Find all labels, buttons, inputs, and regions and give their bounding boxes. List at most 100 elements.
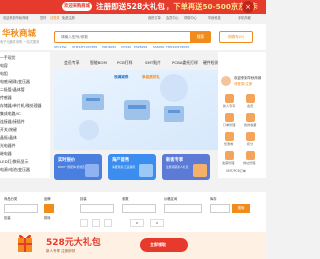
tab-bom[interactable]: 智能BOM — [90, 61, 107, 65]
avatar[interactable] — [221, 76, 231, 86]
sidebar-item[interactable]: 二极管/晶体管 — [0, 88, 25, 92]
sidebar-item[interactable]: 集成电路/IC — [0, 112, 21, 116]
tile-subtitle: 注册领取新人礼包 — [166, 165, 189, 169]
filter-search-button[interactable]: 搜索 — [232, 204, 250, 213]
tile-newbie[interactable]: 新客专享 注册领取新人礼包 — [162, 154, 210, 180]
filter-label: 库存 — [210, 197, 217, 201]
coupon-icon[interactable] — [225, 132, 234, 141]
search-button[interactable]: 搜索 — [190, 31, 211, 43]
tab-smt[interactable]: SMT贴片 — [145, 61, 161, 65]
sidebar-item[interactable]: 存储器/单片机/微处理器 — [0, 104, 42, 108]
filter-label: 价格区间 — [164, 197, 178, 201]
sidebar-item[interactable]: 继电器 — [0, 152, 12, 156]
sidebar-item[interactable]: 传感器 — [0, 96, 12, 100]
quick-link-label[interactable]: SMT/PCB订单 — [226, 169, 246, 173]
hot-keyword[interactable]: MPU6050 — [102, 46, 116, 49]
sidebar-item[interactable]: 连接器/接插件 — [0, 120, 25, 124]
quick-link-label[interactable]: 订单管理 — [223, 123, 235, 127]
tab-pcba[interactable]: PCBA委托打样 — [172, 61, 198, 65]
filter-label: 包装 — [4, 216, 11, 220]
checkbox[interactable] — [104, 219, 112, 227]
my-orders-link[interactable]: 我的订单 — [148, 16, 161, 20]
sidebar-item[interactable]: 晶振/晶体 — [0, 136, 17, 140]
quick-link-label[interactable]: 积分 — [247, 142, 253, 146]
favorite-icon[interactable] — [246, 113, 255, 122]
tab-hardware[interactable]: 硬件检测 — [203, 61, 219, 65]
tab-pcb[interactable]: PCB打样 — [117, 61, 133, 65]
gift-icon — [193, 164, 207, 177]
hot-keyword[interactable]: STC15W — [54, 46, 66, 49]
search-input[interactable] — [57, 32, 169, 42]
sidebar-item[interactable]: 光电器件 — [0, 144, 16, 148]
banner-text-a: 领满减券 — [114, 75, 129, 79]
param-input[interactable] — [122, 204, 156, 213]
tile-title: 新客专享 — [166, 158, 184, 163]
quick-link-label[interactable]: 优惠券 — [224, 142, 233, 146]
bottom-ad-sub: 新人专享 注册即领 — [46, 249, 76, 253]
mobile-mall-link[interactable]: 手机商城 — [238, 16, 251, 20]
login-register-link[interactable]: 请登录/注册 — [234, 82, 252, 86]
quick-link-label[interactable]: 发票管理 — [222, 161, 234, 165]
banner-illustration — [54, 70, 218, 150]
order-icon[interactable] — [225, 113, 234, 122]
invoice-icon[interactable] — [225, 151, 234, 160]
hot-keyword[interactable]: SS8050 — [153, 46, 164, 49]
logo[interactable]: 华秋商城 — [2, 30, 36, 39]
quick-link-label[interactable]: 我的收藏 — [244, 123, 256, 127]
hot-keyword[interactable]: TMS320F28035 — [166, 46, 189, 49]
login-link[interactable]: 请登录 — [50, 16, 60, 20]
member-center-link[interactable]: 会员中心 — [166, 16, 179, 20]
tile-title: 实时报价 — [58, 158, 76, 163]
sidebar-item[interactable]: 电源/电池/变压器 — [0, 168, 30, 172]
sidebar-item[interactable]: 一手现货 — [0, 56, 16, 60]
quick-link-label[interactable]: 地址管理 — [243, 161, 255, 165]
points-icon[interactable] — [246, 132, 255, 141]
cart-button[interactable]: 购物车(0) — [219, 31, 253, 43]
tile-title: 海产首秀 — [112, 158, 130, 163]
promo-headline: 注册即送528大礼包 — [96, 2, 166, 11]
hello-text: 您好 — [40, 16, 47, 20]
hot-keyword[interactable]: STM32F103C8T6 — [72, 46, 97, 49]
logo-tagline: 电子元器件采购 一站式服务 — [0, 40, 40, 44]
hot-keyword[interactable]: CH340 — [121, 46, 131, 49]
quantity-input[interactable]: 0 — [130, 219, 144, 227]
tile-subtitle: 海量现货,正品保障 — [112, 165, 136, 169]
newbie-icon[interactable] — [225, 94, 234, 103]
quick-link-label[interactable]: 新人专享 — [223, 104, 235, 108]
huaqiu-link[interactable]: 华秋科技 — [208, 16, 221, 20]
category-select[interactable] — [4, 204, 38, 213]
tile-stock[interactable]: 海产首秀 海量现货,正品保障 — [108, 154, 156, 180]
sidebar-item[interactable]: 开关/按键 — [0, 128, 17, 132]
filter-label: 排序 — [44, 216, 51, 220]
hero-banner[interactable]: 领满减券 享品质好礼 — [54, 70, 218, 150]
price-range-input[interactable] — [164, 204, 202, 213]
claim-button[interactable]: 立即领取 — [150, 243, 166, 247]
filter-label: 参数 — [122, 197, 129, 201]
filter-toggle[interactable] — [44, 204, 54, 213]
member-icon[interactable] — [246, 94, 255, 103]
sidebar-item[interactable]: 电感/磁珠/变压器 — [0, 80, 30, 84]
user-greeting: 欢迎来到华秋商城 — [234, 76, 262, 80]
quantity-input[interactable]: 0 — [150, 219, 164, 227]
sidebar-item[interactable]: 电阻 — [0, 72, 8, 76]
tab-member[interactable]: 会员专享 — [64, 61, 80, 65]
sidebar-item[interactable]: LED灯/数码显示 — [0, 160, 28, 164]
bottom-ad-headline: 528元大礼包 — [46, 238, 101, 248]
package-select[interactable] — [80, 204, 114, 213]
welcome-text: 欢迎来到华秋商城 — [3, 16, 29, 20]
help-center-link[interactable]: 帮助中心 — [184, 16, 197, 20]
address-icon[interactable] — [246, 151, 255, 160]
bottom-promo-ad[interactable]: 528元大礼包 新人专享 注册即领 立即领取 — [0, 232, 266, 259]
checkbox[interactable] — [80, 219, 88, 227]
close-icon[interactable]: × — [242, 1, 254, 13]
quick-link-label[interactable]: 会员 — [247, 104, 253, 108]
filter-label: 封装 — [80, 197, 87, 201]
hot-keyword[interactable]: ESP8266 — [134, 46, 147, 49]
checkbox[interactable] — [92, 219, 100, 227]
promo-badge: 欢迎来购商城 — [62, 2, 92, 11]
banner-text-b: 享品质好礼 — [142, 75, 160, 79]
register-link[interactable]: 免费注册 — [62, 16, 75, 20]
tile-quote[interactable]: 实时报价 BOM一键配单,智能匹配 — [54, 154, 102, 180]
stock-input[interactable] — [210, 204, 230, 213]
sidebar-item[interactable]: 电容 — [0, 64, 8, 68]
